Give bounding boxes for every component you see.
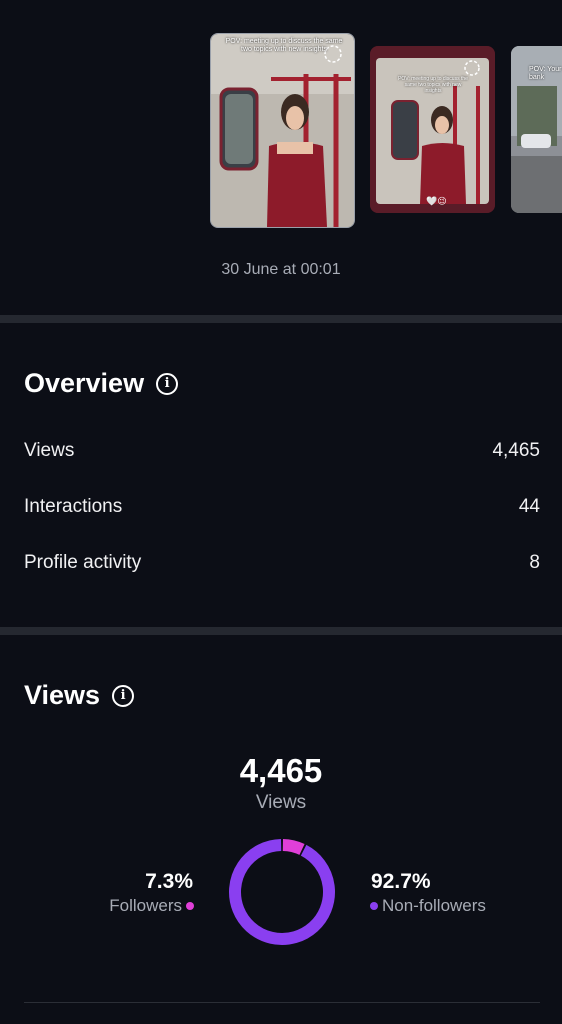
views-total-label: Views (255, 792, 307, 813)
info-icon[interactable]: i (112, 684, 135, 707)
row-value: 44 (518, 496, 540, 517)
followers-dot (186, 902, 194, 910)
info-icon[interactable]: i (156, 372, 179, 395)
non-followers-legend: Non-followers (370, 896, 486, 916)
views-header: Views i (24, 680, 135, 711)
row-label: Profile activity (24, 552, 142, 573)
followers-label: Followers (109, 896, 182, 915)
story-thumbnail-1[interactable]: POV: meeting up to discuss the same two … (210, 33, 355, 228)
overview-title: Overview (24, 368, 145, 398)
non-followers-dot (370, 902, 378, 910)
overview-row-interactions: Interactions 44 (24, 496, 540, 518)
story-carousel: POV: meeting up to discuss the same two … (0, 0, 562, 315)
story-image-2: 🤍😉 (370, 46, 495, 213)
non-followers-percent: 92.7% (371, 870, 431, 893)
story-caption-2: POV: meeting up to discuss the same two … (398, 76, 468, 94)
donut-slice-non-followers (229, 839, 335, 945)
followers-legend: Followers (109, 896, 194, 916)
story-caption-1: POV: meeting up to discuss the same two … (225, 38, 343, 53)
story-caption-3: POV: Your bank (529, 66, 562, 81)
views-title: Views (24, 680, 101, 710)
row-value: 4,465 (492, 440, 540, 461)
overview-header: Overview i (24, 368, 179, 399)
views-donut-chart (229, 839, 335, 945)
row-value: 8 (529, 552, 540, 573)
bottom-divider (24, 1002, 540, 1003)
story-image-1 (211, 34, 354, 227)
non-followers-label: Non-followers (382, 896, 486, 915)
story-thumbnail-2[interactable]: 🤍😉 POV: meeting up to discuss the same t… (370, 46, 495, 213)
row-label: Interactions (24, 496, 123, 517)
story-thumbnail-3[interactable]: POV: Your bank (511, 46, 562, 213)
row-label: Views (24, 440, 75, 461)
section-divider (0, 627, 562, 635)
views-total: 4,465 (239, 752, 323, 789)
story-date: 30 June at 00:01 (221, 261, 341, 278)
section-divider (0, 315, 562, 323)
overview-row-profile-activity: Profile activity 8 (24, 552, 540, 574)
svg-text:🤍😉: 🤍😉 (426, 196, 447, 207)
followers-percent: 7.3% (145, 870, 193, 893)
overview-row-views: Views 4,465 (24, 440, 540, 462)
donut-slice-followers (282, 839, 305, 856)
